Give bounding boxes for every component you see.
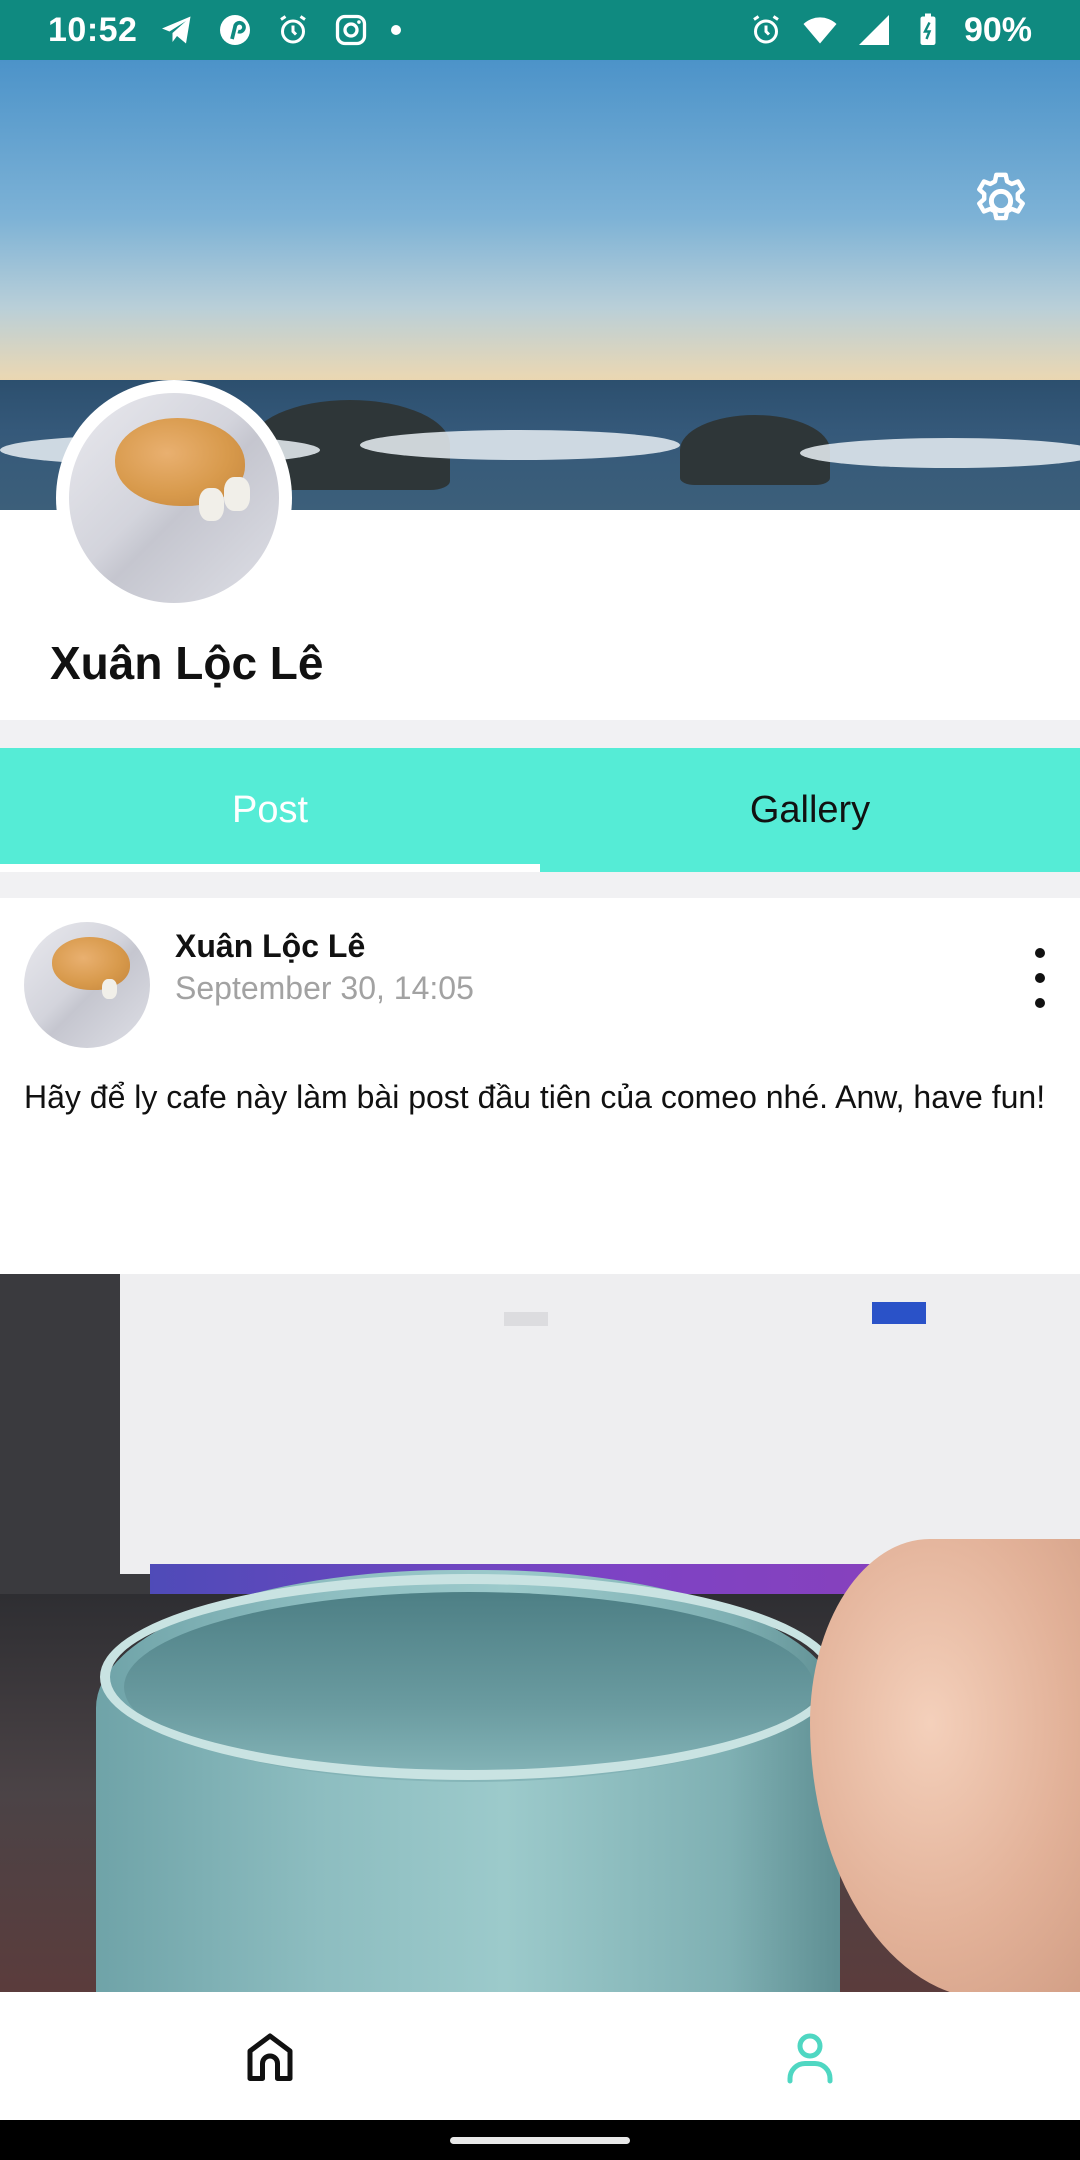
settings-button[interactable] <box>968 168 1034 234</box>
nav-profile[interactable] <box>540 1992 1080 2120</box>
nav-home[interactable] <box>0 1992 540 2120</box>
more-options-button[interactable] <box>1020 948 1060 1008</box>
more-vert-icon <box>1035 948 1045 958</box>
image-screen-element <box>504 1312 548 1326</box>
battery-percentage: 90% <box>963 10 1032 49</box>
cat-paw <box>224 477 250 511</box>
telegram-icon <box>159 12 195 48</box>
tab-gallery-label: Gallery <box>749 788 871 831</box>
profile-name: Xuân Lộc Lê <box>50 637 324 689</box>
avatar-photo <box>69 393 279 603</box>
status-bar: 10:52 90% <box>0 0 1080 60</box>
divider <box>0 872 1080 898</box>
profile-tabs: Post Gallery <box>0 748 1080 872</box>
post-author-name[interactable]: Xuân Lộc Lê <box>175 928 365 965</box>
cover-wave <box>800 438 1080 468</box>
profile-avatar[interactable] <box>56 380 292 616</box>
more-vert-icon <box>1035 973 1045 983</box>
profile-icon <box>787 2033 833 2084</box>
battery-icon <box>910 12 946 48</box>
signal-icon <box>856 12 892 48</box>
alarm-icon <box>275 12 311 48</box>
cover-wave <box>360 430 680 460</box>
system-navigation-bar <box>0 2120 1080 2160</box>
image-screen-element <box>872 1302 926 1324</box>
tab-gallery[interactable]: Gallery <box>540 748 1080 872</box>
pinterest-icon <box>217 12 253 48</box>
gear-icon <box>977 172 1025 221</box>
wifi-icon <box>802 12 838 48</box>
tab-active-indicator <box>0 864 540 872</box>
home-icon <box>247 2033 293 2081</box>
image-monitor <box>120 1274 1080 1574</box>
tab-post-label: Post <box>231 788 309 831</box>
post-author-avatar[interactable] <box>24 922 150 1048</box>
instagram-icon <box>333 12 369 48</box>
more-vert-icon <box>1035 998 1045 1008</box>
image-cup-rim <box>100 1574 838 1780</box>
divider <box>0 720 1080 748</box>
bottom-navigation <box>0 1992 1080 2120</box>
notification-dot-icon <box>391 25 402 35</box>
home-gesture-handle[interactable] <box>450 2136 630 2144</box>
status-time: 10:52 <box>48 10 138 49</box>
post-card: Xuân Lộc Lê September 30, 14:05 Hãy để l… <box>0 898 1080 1278</box>
post-text: Hãy để ly cafe này làm bài post đầu tiên… <box>24 1079 1046 1115</box>
cat-paw <box>199 487 225 522</box>
cat-paw <box>102 978 118 999</box>
post-image[interactable] <box>0 1274 1080 1992</box>
cat-image <box>51 937 130 991</box>
alarm-icon <box>748 12 784 48</box>
post-timestamp: September 30, 14:05 <box>175 970 474 1006</box>
tab-post[interactable]: Post <box>0 748 540 872</box>
